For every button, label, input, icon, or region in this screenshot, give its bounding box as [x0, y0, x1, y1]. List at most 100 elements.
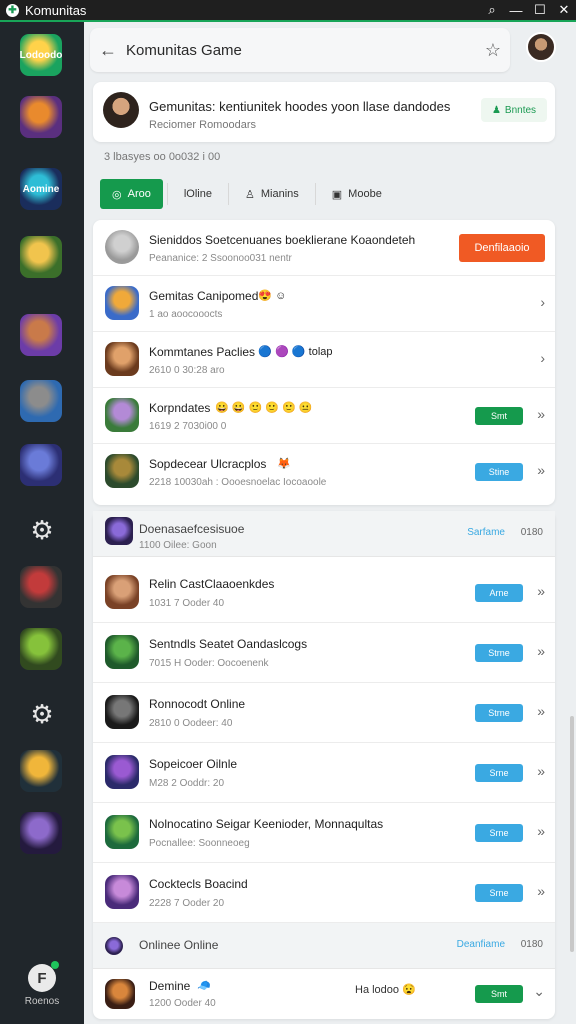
- game-icon: [20, 380, 62, 422]
- gear-icon[interactable]: ⚙: [28, 516, 56, 544]
- list-item[interactable]: Gemitas Canipomed 😍 ☺ 1 ao aoocooocts ›: [93, 276, 555, 332]
- chevron-right-icon[interactable]: ›: [540, 350, 545, 366]
- list-item[interactable]: Cocktecls Boacind 2228 7 Ooder 20 Srne »: [93, 863, 555, 923]
- community-action-button[interactable]: ♟ Bnntes: [481, 98, 547, 122]
- join-button[interactable]: Srne: [475, 824, 523, 842]
- friend-avatar: [105, 635, 139, 669]
- tab-1[interactable]: lOline: [172, 179, 224, 209]
- filter-tabs: ◎ Aroo lOline ♙ Mianins ▣ Moobe: [100, 179, 394, 211]
- join-button[interactable]: Arne: [475, 584, 523, 602]
- search-icon[interactable]: ⌕: [480, 2, 504, 18]
- sidebar-game-icon[interactable]: [20, 380, 62, 422]
- sidebar-game-icon[interactable]: [20, 812, 62, 854]
- tab-icon: ▣: [331, 188, 343, 201]
- list-item[interactable]: Demine 🧢 1200 Ooder 40 Ha lodoo 😧 Smt ⌄: [93, 971, 555, 1019]
- chevron-right-icon[interactable]: »: [537, 406, 545, 422]
- chevron-down-icon[interactable]: ⌄: [533, 983, 545, 1000]
- tab-2[interactable]: ♙ Mianins: [233, 179, 311, 209]
- join-button[interactable]: Strne: [475, 704, 523, 722]
- friend-name: Gemitas Canipomed: [149, 289, 259, 303]
- friend-name: Ronnocodt Online: [149, 697, 246, 711]
- friend-avatar: [105, 398, 139, 432]
- list-item[interactable]: Kommtanes Paclies 🔵 🟣 🔵 tolap 2610 0 30:28…: [93, 332, 555, 388]
- list-item[interactable]: Nolnocatino Seigar Keenioder, Monnaqulta…: [93, 803, 555, 863]
- game-icon: [20, 444, 62, 486]
- chevron-right-icon[interactable]: »: [537, 883, 545, 899]
- game-icon: [20, 314, 62, 356]
- sidebar-game-icon[interactable]: Aomine: [20, 168, 62, 210]
- sidebar-game-icon[interactable]: [20, 314, 62, 356]
- list-item[interactable]: Sentndls Seatet Oandaslcogs 7015 H Ooder:…: [93, 623, 555, 683]
- chevron-right-icon[interactable]: »: [537, 763, 545, 779]
- game-icon: [20, 236, 62, 278]
- section-subtitle: 1100 Oilee: Goon: [139, 540, 217, 551]
- tab-0[interactable]: ◎ Aroo: [100, 179, 163, 209]
- chevron-right-icon[interactable]: »: [537, 703, 545, 719]
- top-bar: ← Komunitas Game ☆: [90, 28, 510, 72]
- community-title: Gemunitas: kentiunitek hoodes yoon llase…: [149, 99, 451, 114]
- join-button[interactable]: Srne: [475, 764, 523, 782]
- list-item[interactable]: Sopeicoer Oilnle M28 2 Ooddr: 20 Srne »: [93, 743, 555, 803]
- list-item[interactable]: Korpndates 😀 😀 🙂 🙂 🙂 😐 1619 2 7030i00 0 Smt…: [93, 388, 555, 444]
- maximize-icon[interactable]: ☐: [528, 2, 552, 18]
- sidebar-game-icon[interactable]: [20, 628, 62, 670]
- sidebar-game-icon[interactable]: [20, 750, 62, 792]
- join-button-label: Srne: [489, 768, 509, 778]
- join-button[interactable]: Smt: [475, 985, 523, 1003]
- friend-status: 1031 7 Ooder 40: [149, 598, 225, 609]
- sidebar-game-icon[interactable]: [20, 236, 62, 278]
- tab-separator: [166, 183, 168, 205]
- back-arrow-icon[interactable]: ←: [90, 40, 126, 61]
- friend-name: Sieniddos Soetcenuanes boeklierane Koaon…: [149, 233, 416, 247]
- tab-3[interactable]: ▣ Moobe: [320, 179, 394, 209]
- friend-avatar: [105, 695, 139, 729]
- status-emoji: 😀 😀 🙂 🙂 🙂 😐: [215, 402, 313, 414]
- chevron-right-icon[interactable]: »: [537, 462, 545, 478]
- join-button[interactable]: Denfilaaoio: [459, 234, 545, 262]
- game-icon: Aomine: [20, 168, 62, 210]
- friend-status: 2610 0 30:28 aro: [149, 365, 225, 376]
- sidebar-game-icon[interactable]: [20, 96, 62, 138]
- minimize-icon[interactable]: —: [504, 3, 528, 18]
- friend-name: Sentndls Seatet Oandaslcogs: [149, 637, 308, 651]
- friend-avatar: [105, 575, 139, 609]
- chevron-right-icon[interactable]: »: [537, 583, 545, 599]
- chevron-right-icon[interactable]: ›: [540, 294, 545, 310]
- friend-status: 2228 7 Ooder 20: [149, 898, 225, 909]
- sidebar-game-icon[interactable]: [20, 444, 62, 486]
- section-link[interactable]: Deanfiame: [457, 939, 505, 950]
- chevron-right-icon[interactable]: »: [537, 823, 545, 839]
- join-button[interactable]: Smt: [475, 407, 523, 425]
- tab-label: Moobe: [348, 188, 382, 200]
- tab-separator: [314, 183, 316, 205]
- user-avatar[interactable]: [526, 32, 556, 62]
- tab-icon: ◎: [112, 188, 122, 201]
- sidebar-game-icon[interactable]: Lodoodo: [20, 34, 62, 76]
- tab-icon: ♙: [244, 188, 255, 201]
- section-link[interactable]: Sarfame: [467, 527, 505, 538]
- community-subtitle: Reciomer Romoodars: [149, 119, 256, 131]
- friend-avatar: [105, 755, 139, 789]
- close-icon[interactable]: ✕: [552, 2, 576, 18]
- scrollbar-thumb[interactable]: [570, 716, 574, 952]
- star-icon[interactable]: ☆: [476, 40, 510, 61]
- friend-status: 2218 10030ah : Oooesnoelac Iocoaoole: [149, 477, 327, 488]
- list-item[interactable]: Ronnocodt Online 2810 0 Oodeer: 40 Strne »: [93, 683, 555, 743]
- main-content: ← Komunitas Game ☆ Gemunitas: kentiunite…: [84, 22, 576, 1024]
- friend-name: Kommtanes Paclies: [149, 345, 256, 359]
- profile-avatar[interactable]: F: [28, 961, 59, 992]
- status-emoji: 🔵 🟣 🔵 tolap: [258, 346, 333, 358]
- list-item[interactable]: Sieniddos Soetcenuanes boeklierane Koaon…: [93, 220, 555, 276]
- join-button[interactable]: Stine: [475, 463, 523, 481]
- game-icon: [20, 566, 62, 608]
- list-item[interactable]: Relin CastClaaoenkdes 1031 7 Ooder 40 Arne…: [93, 563, 555, 623]
- friend-avatar: [105, 342, 139, 376]
- gear-icon[interactable]: ⚙: [28, 700, 56, 728]
- sidebar-game-icon[interactable]: [20, 566, 62, 608]
- chevron-right-icon[interactable]: »: [537, 643, 545, 659]
- list-item[interactable]: Sopdecear Ulcracplos 🦊 2218 10030ah : Oooe…: [93, 444, 555, 500]
- friend-avatar: [105, 286, 139, 320]
- join-button[interactable]: Srne: [475, 884, 523, 902]
- friend-status: Peananice: 2 Ssoonoo031 nentr: [149, 253, 292, 264]
- join-button[interactable]: Strne: [475, 644, 523, 662]
